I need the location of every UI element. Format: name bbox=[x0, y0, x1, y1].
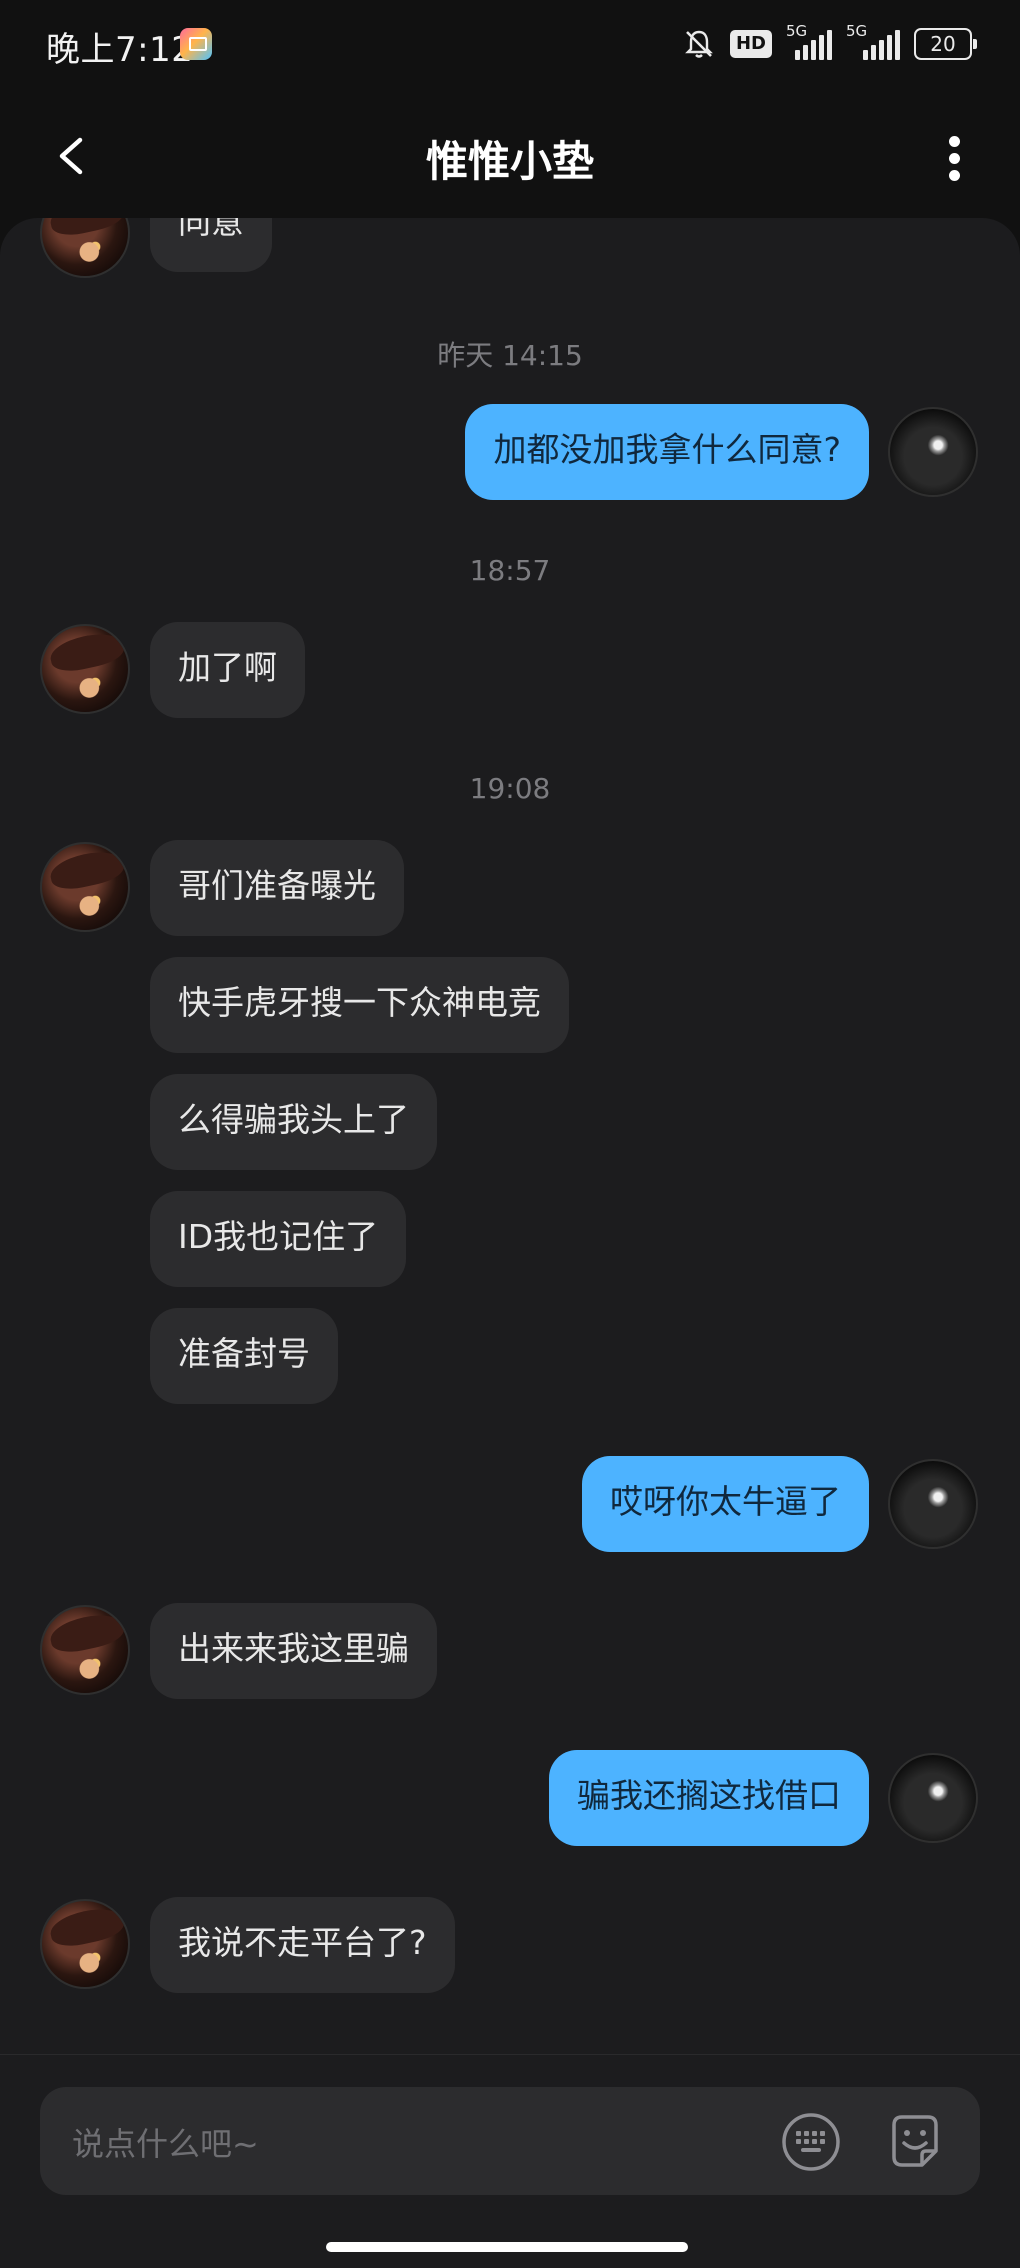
hd-badge: HD bbox=[729, 30, 772, 58]
battery-indicator: 20 bbox=[914, 28, 977, 60]
status-bar: 晚上7:12 HD 5G 5G 20 bbox=[0, 0, 1020, 90]
signal-1: 5G bbox=[786, 22, 832, 60]
message-input[interactable]: 说点什么吧~ bbox=[40, 2087, 980, 2195]
page-title: 惟惟小垫 bbox=[425, 137, 594, 186]
keyboard-icon bbox=[782, 2113, 840, 2171]
contact-avatar[interactable] bbox=[40, 1899, 130, 1989]
more-vertical-icon bbox=[944, 136, 964, 181]
network-type-label: 5G bbox=[846, 22, 868, 40]
message-bubble[interactable]: 我说不走平台了? bbox=[150, 1897, 455, 1993]
user-avatar[interactable] bbox=[888, 407, 978, 497]
message-bubble[interactable]: 么得骗我头上了 bbox=[150, 1074, 437, 1170]
message-bubble[interactable]: ID我也记住了 bbox=[150, 1191, 407, 1287]
chat-message-list[interactable]: 同意 昨天 14:15 加都没加我拿什么同意? 18:57 加了啊 19:08 … bbox=[0, 218, 1020, 2054]
contact-avatar[interactable] bbox=[40, 1605, 130, 1695]
message-bubble[interactable]: 出来来我这里骗 bbox=[150, 1603, 437, 1699]
keyboard-button[interactable] bbox=[780, 2111, 842, 2173]
timestamp-divider: 19:08 bbox=[469, 772, 551, 805]
contact-avatar[interactable] bbox=[40, 842, 130, 932]
network-type-label: 5G bbox=[786, 22, 808, 40]
message-bubble[interactable]: 哥们准备曝光 bbox=[150, 840, 404, 936]
message-composer: 说点什么吧~ bbox=[0, 2054, 1020, 2268]
user-avatar[interactable] bbox=[888, 1459, 978, 1549]
contact-avatar[interactable] bbox=[40, 218, 130, 278]
message-bubble[interactable]: 快手虎牙搜一下众神电竞 bbox=[150, 957, 569, 1053]
sticker-icon bbox=[892, 2115, 938, 2167]
status-indicators: HD 5G 5G 20 bbox=[682, 22, 977, 64]
sticker-button[interactable] bbox=[884, 2111, 946, 2173]
message-bubble[interactable]: 加了啊 bbox=[150, 622, 305, 718]
message-bubble[interactable]: 同意 bbox=[150, 218, 272, 272]
message-bubble[interactable]: 骗我还搁这找借口 bbox=[549, 1750, 869, 1846]
status-time: 晚上7:12 bbox=[46, 30, 194, 70]
message-bubble[interactable]: 加都没加我拿什么同意? bbox=[465, 404, 869, 500]
message-bubble[interactable]: 准备封号 bbox=[150, 1308, 338, 1404]
signal-2: 5G bbox=[846, 22, 900, 60]
user-avatar[interactable] bbox=[888, 1753, 978, 1843]
more-options-button[interactable] bbox=[944, 136, 964, 184]
input-placeholder: 说点什么吧~ bbox=[72, 2125, 259, 2163]
chat-header: 惟惟小垫 bbox=[0, 90, 1020, 220]
message-bubble[interactable]: 哎呀你太牛逼了 bbox=[582, 1456, 869, 1552]
home-indicator[interactable] bbox=[326, 2242, 688, 2252]
bell-off-icon bbox=[685, 30, 713, 58]
gallery-app-icon bbox=[180, 28, 212, 60]
contact-avatar[interactable] bbox=[40, 624, 130, 714]
timestamp-divider: 18:57 bbox=[469, 554, 551, 587]
timestamp-divider: 昨天 14:15 bbox=[437, 339, 583, 372]
